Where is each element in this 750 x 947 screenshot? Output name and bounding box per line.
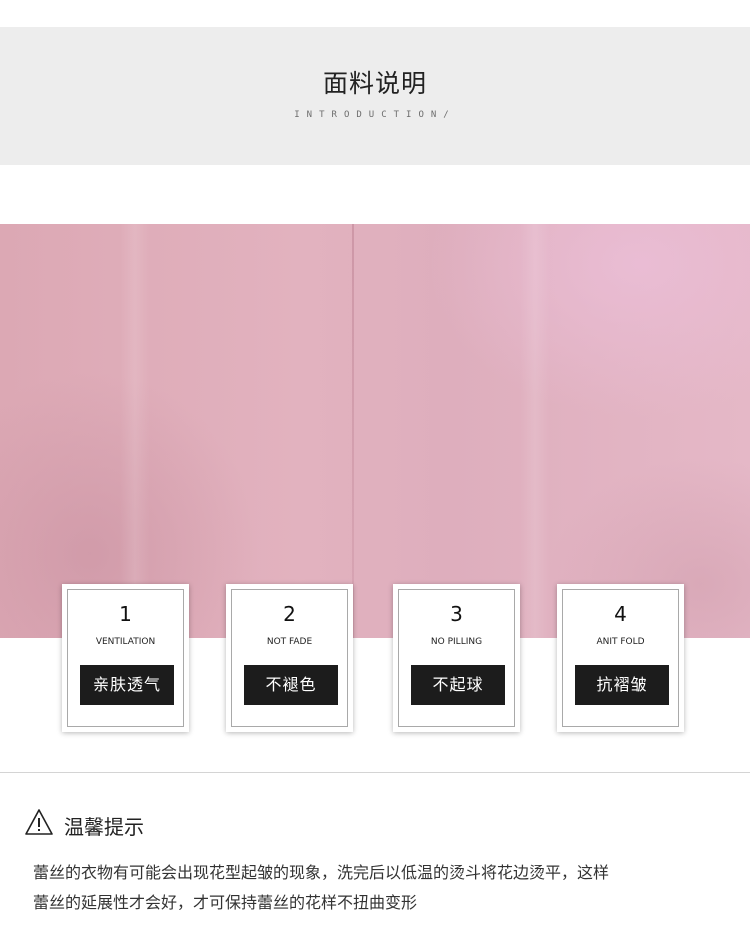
fabric-fold xyxy=(520,224,550,638)
feature-number: 1 xyxy=(119,602,132,626)
feature-card-ventilation: 1 VENTILATION 亲肤透气 xyxy=(62,584,189,732)
feature-label-en: NO PILLING xyxy=(430,637,483,647)
feature-number: 3 xyxy=(450,602,463,626)
feature-label-cn: 抗褶皱 xyxy=(575,665,669,705)
card-frame: 4 ANIT FOLD 抗褶皱 xyxy=(562,589,679,727)
feature-card-anti-fold: 4 ANIT FOLD 抗褶皱 xyxy=(557,584,684,732)
feature-number: 4 xyxy=(614,602,627,626)
tips-line: 蕾丝的衣物有可能会出现花型起皱的现象，洗完后以低温的烫斗将花边烫平，这样 xyxy=(33,863,610,882)
card-frame: 3 NO PILLING 不起球 xyxy=(398,589,515,727)
header-band: 面料说明 INTRODUCTION/ xyxy=(0,27,750,165)
tips-line: 蕾丝的延展性才会好，才可保持蕾丝的花样不扭曲变形 xyxy=(33,893,418,912)
feature-card-not-fade: 2 NOT FADE 不褪色 xyxy=(226,584,353,732)
feature-label-cn: 不起球 xyxy=(411,665,505,705)
warning-icon xyxy=(25,809,53,835)
section-divider xyxy=(0,772,750,773)
fabric-image xyxy=(0,224,750,638)
feature-number: 2 xyxy=(283,602,296,626)
card-frame: 2 NOT FADE 不褪色 xyxy=(231,589,348,727)
feature-label-cn: 亲肤透气 xyxy=(80,665,174,705)
feature-label-en: ANIT FOLD xyxy=(596,637,645,647)
feature-card-no-pilling: 3 NO PILLING 不起球 xyxy=(393,584,520,732)
fabric-seam xyxy=(352,224,354,638)
feature-label-en: NOT FADE xyxy=(266,637,313,647)
card-frame: 1 VENTILATION 亲肤透气 xyxy=(67,589,184,727)
feature-label-cn: 不褪色 xyxy=(244,665,338,705)
feature-label-en: VENTILATION xyxy=(95,637,156,647)
fabric-fold xyxy=(120,224,150,638)
section-subtitle: INTRODUCTION/ xyxy=(294,110,456,120)
tips-body: 蕾丝的衣物有可能会出现花型起皱的现象，洗完后以低温的烫斗将花边烫平，这样 蕾丝的… xyxy=(33,858,733,918)
section-title: 面料说明 xyxy=(322,69,427,98)
feature-cards: 1 VENTILATION 亲肤透气 2 NOT FADE 不褪色 3 NO P… xyxy=(0,584,750,734)
tips-title: 温馨提示 xyxy=(64,815,144,839)
